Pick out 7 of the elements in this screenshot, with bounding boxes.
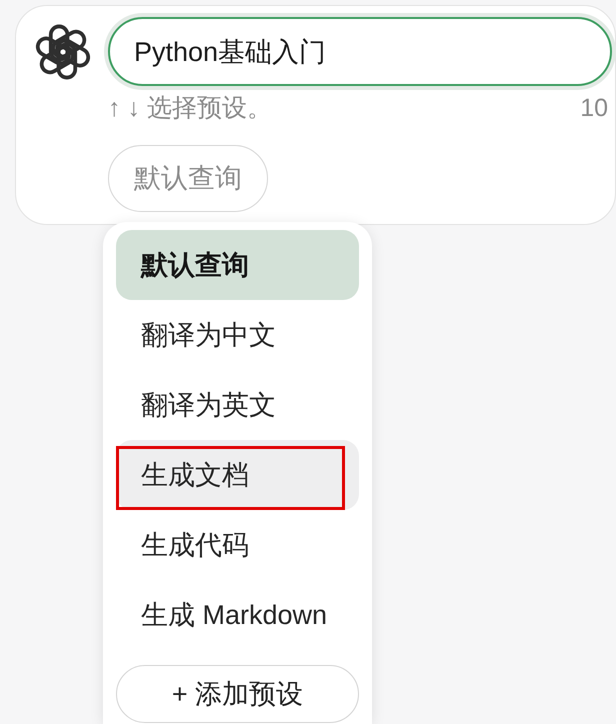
add-preset-button[interactable]: + 添加预设	[116, 665, 359, 723]
character-count: 10	[580, 93, 608, 123]
menu-item[interactable]: 默认查询	[116, 230, 359, 300]
knot-logo-icon	[33, 22, 93, 82]
menu-item[interactable]: 生成文档	[116, 440, 359, 510]
prompt-input[interactable]: Python基础入门	[108, 17, 612, 86]
hint-text: ↑ ↓ 选择预设。	[108, 93, 272, 123]
